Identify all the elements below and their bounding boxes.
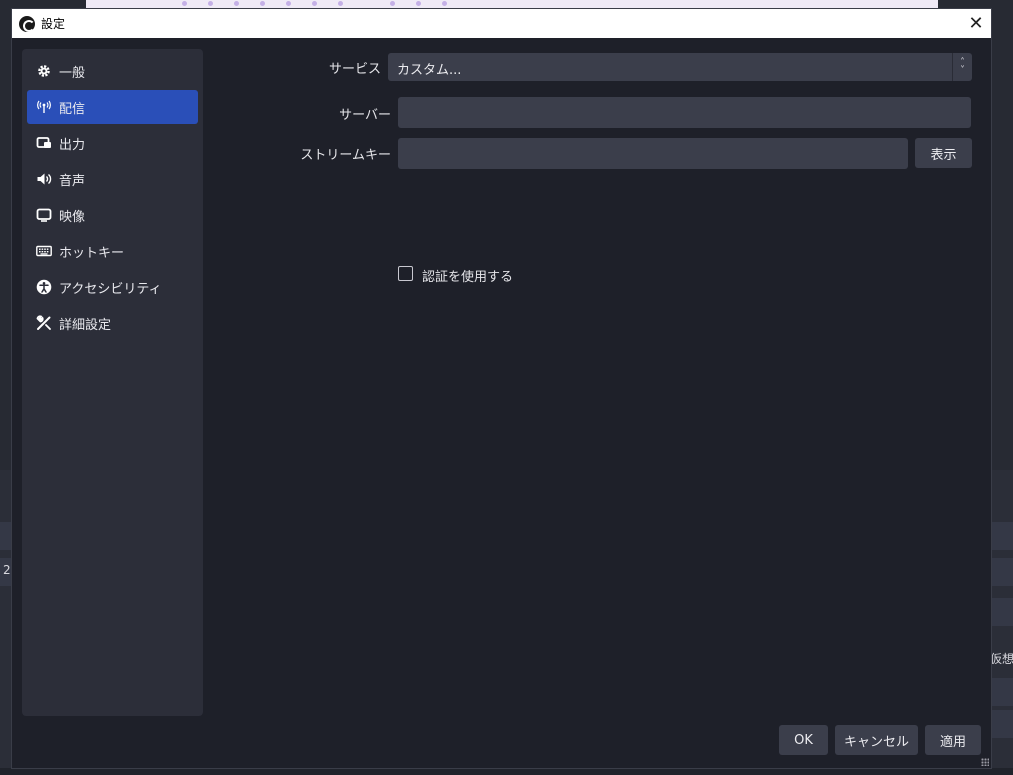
title-bar: 設定 ✕ xyxy=(12,9,991,38)
sidebar-item-label: 出力 xyxy=(59,137,86,153)
sidebar-item-accessibility[interactable]: アクセシビリティ xyxy=(27,270,198,304)
background-left-text: 2 xyxy=(3,563,11,577)
sidebar-item-output[interactable]: 出力 xyxy=(27,126,198,160)
stream-key-label: ストリームキー xyxy=(300,148,391,163)
sidebar-item-audio[interactable]: 音声 xyxy=(27,162,198,196)
keyboard-icon xyxy=(36,243,52,259)
sidebar-item-label: 映像 xyxy=(59,209,86,225)
obs-app-icon xyxy=(19,15,35,32)
background-left-panel xyxy=(0,470,11,775)
speaker-icon xyxy=(36,171,52,187)
sidebar-item-label: 音声 xyxy=(59,173,86,189)
ok-button[interactable]: OK xyxy=(779,725,828,755)
background-preview xyxy=(86,0,938,8)
use-auth-checkbox[interactable] xyxy=(398,266,413,281)
sidebar-item-stream[interactable]: 配信 xyxy=(27,90,198,124)
background-right-text: 仮想 xyxy=(990,652,1013,666)
resize-grip[interactable] xyxy=(981,758,989,766)
window-title: 設定 xyxy=(41,17,66,31)
sidebar-item-label: ホットキー xyxy=(59,245,125,261)
select-updown-icon: ˄ ˅ xyxy=(952,53,972,81)
tools-icon xyxy=(36,315,52,331)
sidebar-item-general[interactable]: 一般 xyxy=(27,54,198,88)
sidebar-item-label: アクセシビリティ xyxy=(59,281,162,297)
use-auth-label[interactable]: 認証を使用する xyxy=(422,266,513,285)
sidebar-item-hotkeys[interactable]: ホットキー xyxy=(27,234,198,268)
settings-sidebar: 一般 配信 出力 音声 映像 ホットキー アクセシビリティ 詳細設定 xyxy=(22,49,203,716)
background-bottom-bar xyxy=(0,768,1013,775)
service-select-value: カスタム... xyxy=(397,63,462,78)
service-label: サービス xyxy=(328,62,381,77)
output-icon xyxy=(36,135,52,151)
sidebar-item-label: 配信 xyxy=(59,101,86,117)
settings-dialog: 設定 ✕ 一般 配信 出力 音声 映像 ホットキー アクセシビリティ 詳細設定 … xyxy=(11,8,992,769)
background-right-panel xyxy=(992,470,1013,775)
sidebar-item-advanced[interactable]: 詳細設定 xyxy=(27,306,198,340)
show-key-button[interactable]: 表示 xyxy=(915,138,972,168)
apply-button[interactable]: 適用 xyxy=(925,725,981,755)
sidebar-item-label: 詳細設定 xyxy=(59,317,112,333)
stream-key-input[interactable] xyxy=(398,138,908,169)
monitor-icon xyxy=(36,207,52,223)
server-label: サーバー xyxy=(339,108,391,123)
sidebar-item-video[interactable]: 映像 xyxy=(27,198,198,232)
service-select[interactable]: カスタム... ˄ ˅ xyxy=(388,53,972,81)
sidebar-item-label: 一般 xyxy=(59,65,86,81)
cancel-button[interactable]: キャンセル xyxy=(835,725,918,755)
broadcast-antenna-icon xyxy=(36,99,52,115)
server-input[interactable] xyxy=(398,97,971,128)
gear-icon xyxy=(36,63,52,79)
accessibility-icon xyxy=(36,279,52,295)
close-icon[interactable]: ✕ xyxy=(961,9,991,38)
